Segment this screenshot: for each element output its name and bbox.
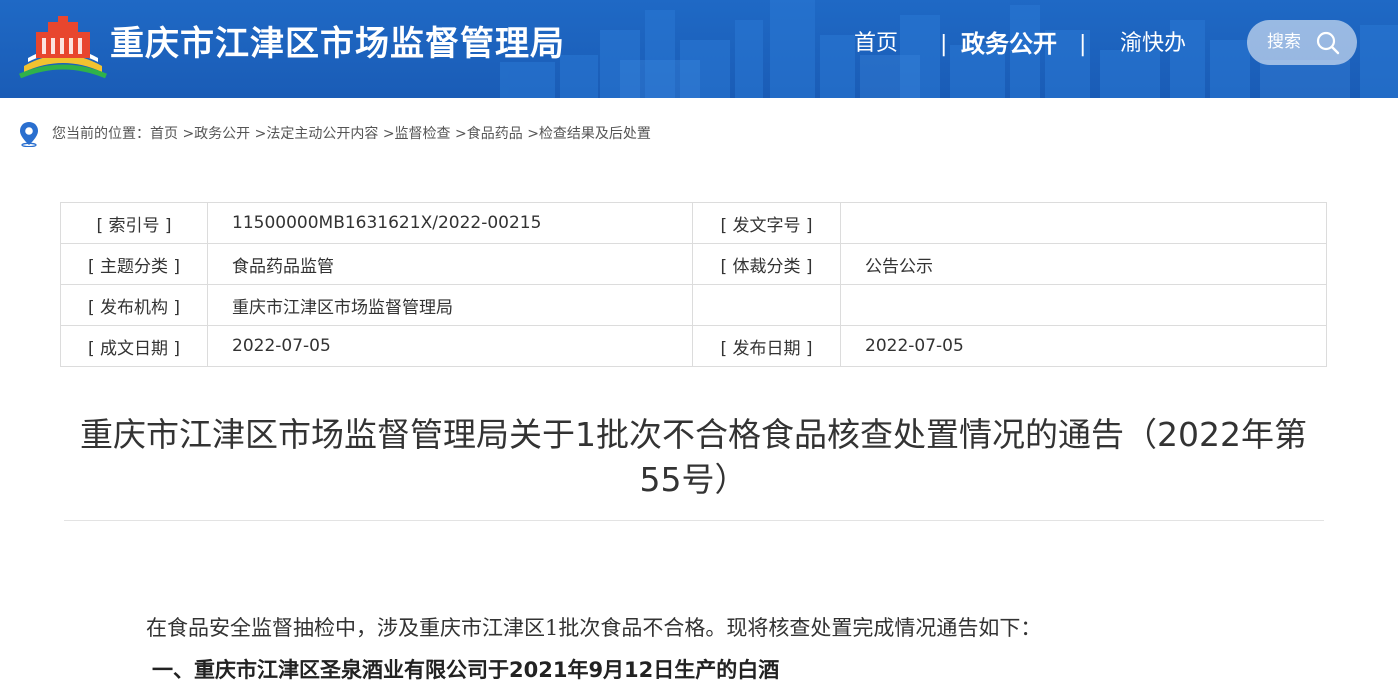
meta-value-publisher: 重庆市江津区市场监督管理局 bbox=[207, 284, 693, 326]
meta-value-written-date: 2022-07-05 bbox=[207, 325, 693, 367]
article-paragraph: 在食品安全监督抽检中，涉及重庆市江津区1批次食品不合格。现将核查处置完成情况通告… bbox=[146, 616, 1042, 640]
site-title[interactable]: 重庆市江津区市场监督管理局 bbox=[110, 22, 565, 66]
meta-key-written-date: [ 成文日期 ] bbox=[60, 325, 208, 367]
meta-key-index-no: [ 索引号 ] bbox=[60, 202, 208, 244]
breadcrumb-item-home[interactable]: 首页 bbox=[150, 126, 178, 142]
meta-row-publisher: [ 发布机构 ] 重庆市江津区市场监督管理局 bbox=[60, 284, 1327, 326]
meta-key-topic: [ 主题分类 ] bbox=[60, 243, 208, 285]
city-emblem-logo bbox=[19, 16, 107, 79]
site-header: 重庆市江津区市场监督管理局 首页 | 政务公开 | 渝快办 搜索 bbox=[0, 0, 1398, 98]
location-pin-icon bbox=[20, 122, 38, 147]
title-divider bbox=[64, 520, 1324, 521]
search-icon bbox=[1316, 31, 1340, 55]
breadcrumb-item-results[interactable]: >检查结果及后处置 bbox=[527, 126, 651, 142]
nav-item-home[interactable]: 首页 bbox=[854, 26, 898, 62]
meta-value-topic: 食品药品监管 bbox=[207, 243, 693, 285]
breadcrumb-item-statutory-disclosure[interactable]: >法定主动公开内容 bbox=[255, 126, 379, 142]
meta-row-topic: [ 主题分类 ] 食品药品监管 [ 体裁分类 ] 公告公示 bbox=[60, 243, 1327, 285]
search-button-label: 搜索 bbox=[1267, 32, 1301, 52]
nav-separator: | bbox=[940, 32, 948, 57]
breadcrumb-item-food-drugs[interactable]: >食品药品 bbox=[455, 126, 523, 142]
meta-key-empty bbox=[692, 284, 841, 326]
nav-item-yukuaiban[interactable]: 渝快办 bbox=[1120, 26, 1186, 62]
breadcrumb-item-gov-affairs[interactable]: >政务公开 bbox=[182, 126, 250, 142]
meta-value-publish-date: 2022-07-05 bbox=[840, 325, 1327, 367]
meta-row-index: [ 索引号 ] 11500000MB1631621X/2022-00215 [ … bbox=[60, 202, 1327, 244]
article-title: 重庆市江津区市场监督管理局关于1批次不合格食品核查处置情况的通告（2022年第5… bbox=[80, 415, 1307, 499]
meta-key-doc-no: [ 发文字号 ] bbox=[692, 202, 841, 244]
meta-row-dates: [ 成文日期 ] 2022-07-05 [ 发布日期 ] 2022-07-05 bbox=[60, 325, 1327, 367]
nav-item-gov-affairs[interactable]: 政务公开 bbox=[961, 26, 1057, 62]
nav-separator: | bbox=[1079, 32, 1087, 57]
document-meta-table: [ 索引号 ] 11500000MB1631621X/2022-00215 [ … bbox=[60, 202, 1327, 367]
meta-value-empty bbox=[840, 284, 1327, 326]
breadcrumb-trail: 您当前的位置：首页 >政务公开 >法定主动公开内容 >监督检查 >食品药品 >检… bbox=[52, 120, 651, 148]
meta-value-doc-no bbox=[840, 202, 1327, 244]
search-button[interactable]: 搜索 bbox=[1247, 20, 1357, 65]
meta-value-index-no: 11500000MB1631621X/2022-00215 bbox=[207, 202, 693, 244]
meta-key-genre: [ 体裁分类 ] bbox=[692, 243, 841, 285]
article-section-heading: 一、重庆市江津区圣泉酒业有限公司于2021年9月12日生产的白酒 bbox=[152, 658, 780, 682]
meta-key-publish-date: [ 发布日期 ] bbox=[692, 325, 841, 367]
meta-value-genre: 公告公示 bbox=[840, 243, 1327, 285]
meta-key-publisher: [ 发布机构 ] bbox=[60, 284, 208, 326]
breadcrumb-prefix: 您当前的位置： bbox=[52, 126, 150, 142]
breadcrumb-item-supervision[interactable]: >监督检查 bbox=[383, 126, 451, 142]
